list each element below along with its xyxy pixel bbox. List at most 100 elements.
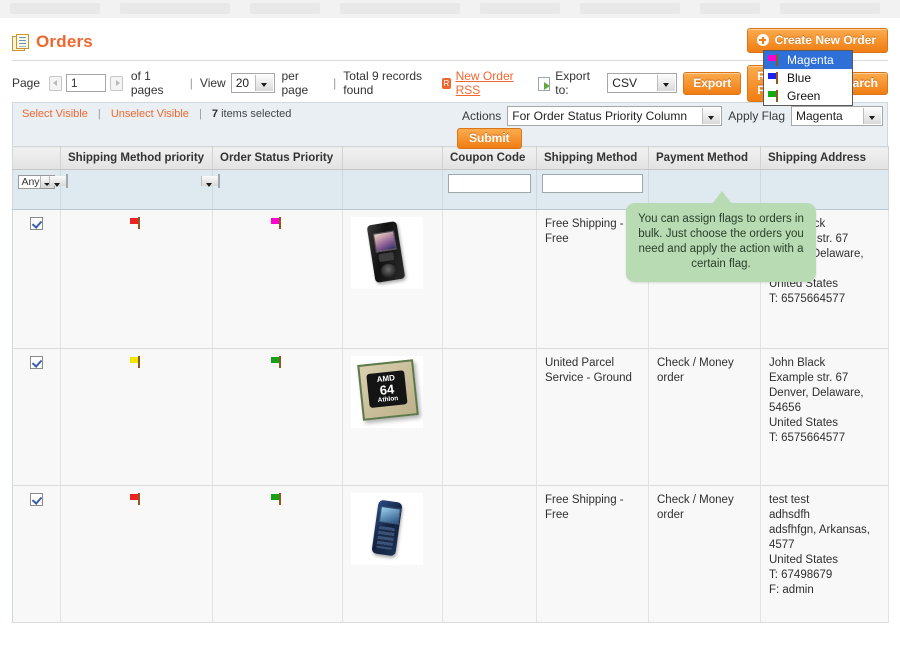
export-to-label: Export to:: [555, 69, 590, 97]
filter-coupon-code-cell: [442, 169, 537, 210]
total-records-label: Total 9 records found: [343, 69, 422, 97]
blue-phone-thumbnail: [351, 493, 423, 565]
flag-option-blue[interactable]: Blue: [764, 69, 852, 87]
row-checkbox-cell: [12, 485, 61, 623]
create-new-order-label: Create New Order: [774, 33, 876, 47]
browser-chrome-strip: [0, 0, 900, 19]
header-shipping-method[interactable]: Shipping Method: [536, 146, 649, 170]
header-order-status-priority[interactable]: Order Status Priority: [212, 146, 343, 170]
page-number-input[interactable]: [65, 74, 106, 92]
grid-toolbar: Page of 1 pages | View 20 per page | Tot…: [12, 61, 888, 102]
per-page-label: per page: [281, 69, 309, 97]
page-label: Page: [12, 76, 41, 90]
header-payment-method[interactable]: Payment Method: [648, 146, 761, 170]
flag-option-label: Blue: [787, 71, 812, 85]
row-coupon-code: [442, 348, 537, 486]
previous-page-button[interactable]: [49, 75, 62, 91]
per-page-value: 20: [235, 76, 250, 90]
toolbar-separator-2: |: [333, 76, 337, 90]
per-page-select[interactable]: 20: [230, 73, 276, 93]
apply-flag-label: Apply Flag: [728, 109, 785, 123]
export-button[interactable]: Export: [683, 71, 742, 95]
header-checkbox[interactable]: [12, 146, 61, 170]
chevron-down-icon: [863, 108, 881, 124]
filter-any-value: Any: [21, 176, 40, 188]
selection-controls: Select Visible | Unselect Visible | 7 it…: [22, 108, 291, 120]
flag-option-magenta[interactable]: Magenta: [764, 51, 852, 69]
row-status-priority-flag-cell[interactable]: [212, 209, 343, 349]
massaction-controls: Actions For Order Status Priority Column…: [462, 106, 883, 126]
flag-icon: [130, 356, 143, 368]
flag-icon: [130, 217, 143, 229]
plus-circle-icon: [756, 34, 769, 46]
row-shipping-address: test test adhsdfh adsfhfgn, Arkansas, 45…: [760, 485, 889, 623]
grid-header-row: Shipping Method priority Order Status Pr…: [12, 146, 889, 170]
selection-separator-1: |: [97, 108, 101, 120]
view-label: View: [199, 76, 226, 90]
new-order-rss-link[interactable]: New Order RSS: [456, 69, 528, 97]
row-checkbox[interactable]: [30, 493, 43, 507]
row-payment-method: Check / Money order: [648, 348, 761, 486]
filter-coupon-code-input[interactable]: [448, 174, 531, 193]
actions-label: Actions: [461, 109, 502, 123]
items-selected-count: 7: [211, 108, 218, 120]
orders-page-icon: [12, 34, 29, 51]
apply-flag-select[interactable]: Magenta: [791, 106, 883, 126]
export-format-value: CSV: [612, 76, 637, 90]
header-shipping-method-priority[interactable]: Shipping Method priority: [60, 146, 213, 170]
export-format-select[interactable]: CSV: [607, 73, 678, 93]
chevron-down-icon: [657, 75, 676, 91]
page-title-label: Orders: [36, 32, 93, 51]
row-status-priority-flag-cell[interactable]: [212, 485, 343, 623]
flag-icon: [130, 493, 143, 505]
actions-value: For Order Status Priority Column: [512, 109, 688, 123]
row-shipping-priority-flag-cell[interactable]: [60, 209, 213, 349]
unselect-visible-link[interactable]: Unselect Visible: [111, 108, 189, 120]
submit-button[interactable]: Submit: [457, 128, 522, 149]
actions-select[interactable]: For Order Status Priority Column: [507, 106, 723, 126]
bulk-flags-tooltip: You can assign flags to orders in bulk. …: [626, 191, 816, 282]
row-checkbox-cell: [12, 209, 61, 349]
next-page-button[interactable]: [109, 75, 123, 91]
row-checkbox[interactable]: [30, 217, 43, 231]
header-coupon-code[interactable]: Coupon Code: [442, 146, 537, 170]
chevron-down-icon: [201, 176, 218, 187]
black-phone-thumbnail: [351, 217, 423, 289]
flag-option-label: Green: [787, 89, 821, 103]
row-status-priority-flag-cell[interactable]: [212, 348, 343, 486]
flag-option-green[interactable]: Green: [764, 87, 852, 105]
row-checkbox[interactable]: [30, 356, 43, 370]
row-coupon-code: [442, 209, 537, 349]
header-product[interactable]: [342, 146, 443, 170]
chevron-down-icon: [255, 75, 274, 91]
flag-icon: [271, 493, 284, 505]
filter-shipping-priority-select[interactable]: [49, 174, 68, 188]
filter-product-cell: [342, 169, 443, 210]
flag-icon: [768, 90, 781, 102]
filter-status-priority-select[interactable]: [201, 174, 220, 188]
flag-icon: [271, 217, 284, 229]
row-shipping-priority-flag-cell[interactable]: [60, 348, 213, 486]
row-shipping-address: John Black Example str. 67 Denver, Delaw…: [760, 348, 889, 486]
row-checkbox-cell: [12, 348, 61, 486]
of-pages-label: of 1 pages: [130, 69, 164, 97]
header-shipping-address[interactable]: Shipping Address: [760, 146, 889, 170]
selection-separator-2: |: [198, 108, 202, 120]
row-shipping-method: United Parcel Service - Ground: [536, 348, 649, 486]
filter-shipping-method-input[interactable]: [542, 174, 643, 193]
chevron-down-icon: [49, 176, 66, 187]
apply-flag-value: Magenta: [796, 109, 843, 123]
row-shipping-method: Free Shipping - Free: [536, 485, 649, 623]
admin-content: Orders Create New Order Page of 1 pages …: [0, 18, 900, 660]
table-row[interactable]: AMD 64 Athlon United Parcel Service - Grou…: [12, 348, 889, 486]
rss-icon: R: [442, 77, 451, 89]
table-row[interactable]: Free Shipping - Free Check / Money order…: [12, 485, 889, 623]
chevron-down-icon: [702, 108, 721, 124]
flag-icon: [768, 54, 781, 66]
apply-flag-dropdown-list[interactable]: Magenta Blue Green: [763, 50, 853, 106]
row-shipping-priority-flag-cell[interactable]: [60, 485, 213, 623]
select-visible-link[interactable]: Select Visible: [22, 108, 88, 120]
flag-icon: [768, 72, 781, 84]
page-header: Orders Create New Order: [12, 18, 888, 54]
filter-shipping-priority-cell: [49, 169, 213, 210]
